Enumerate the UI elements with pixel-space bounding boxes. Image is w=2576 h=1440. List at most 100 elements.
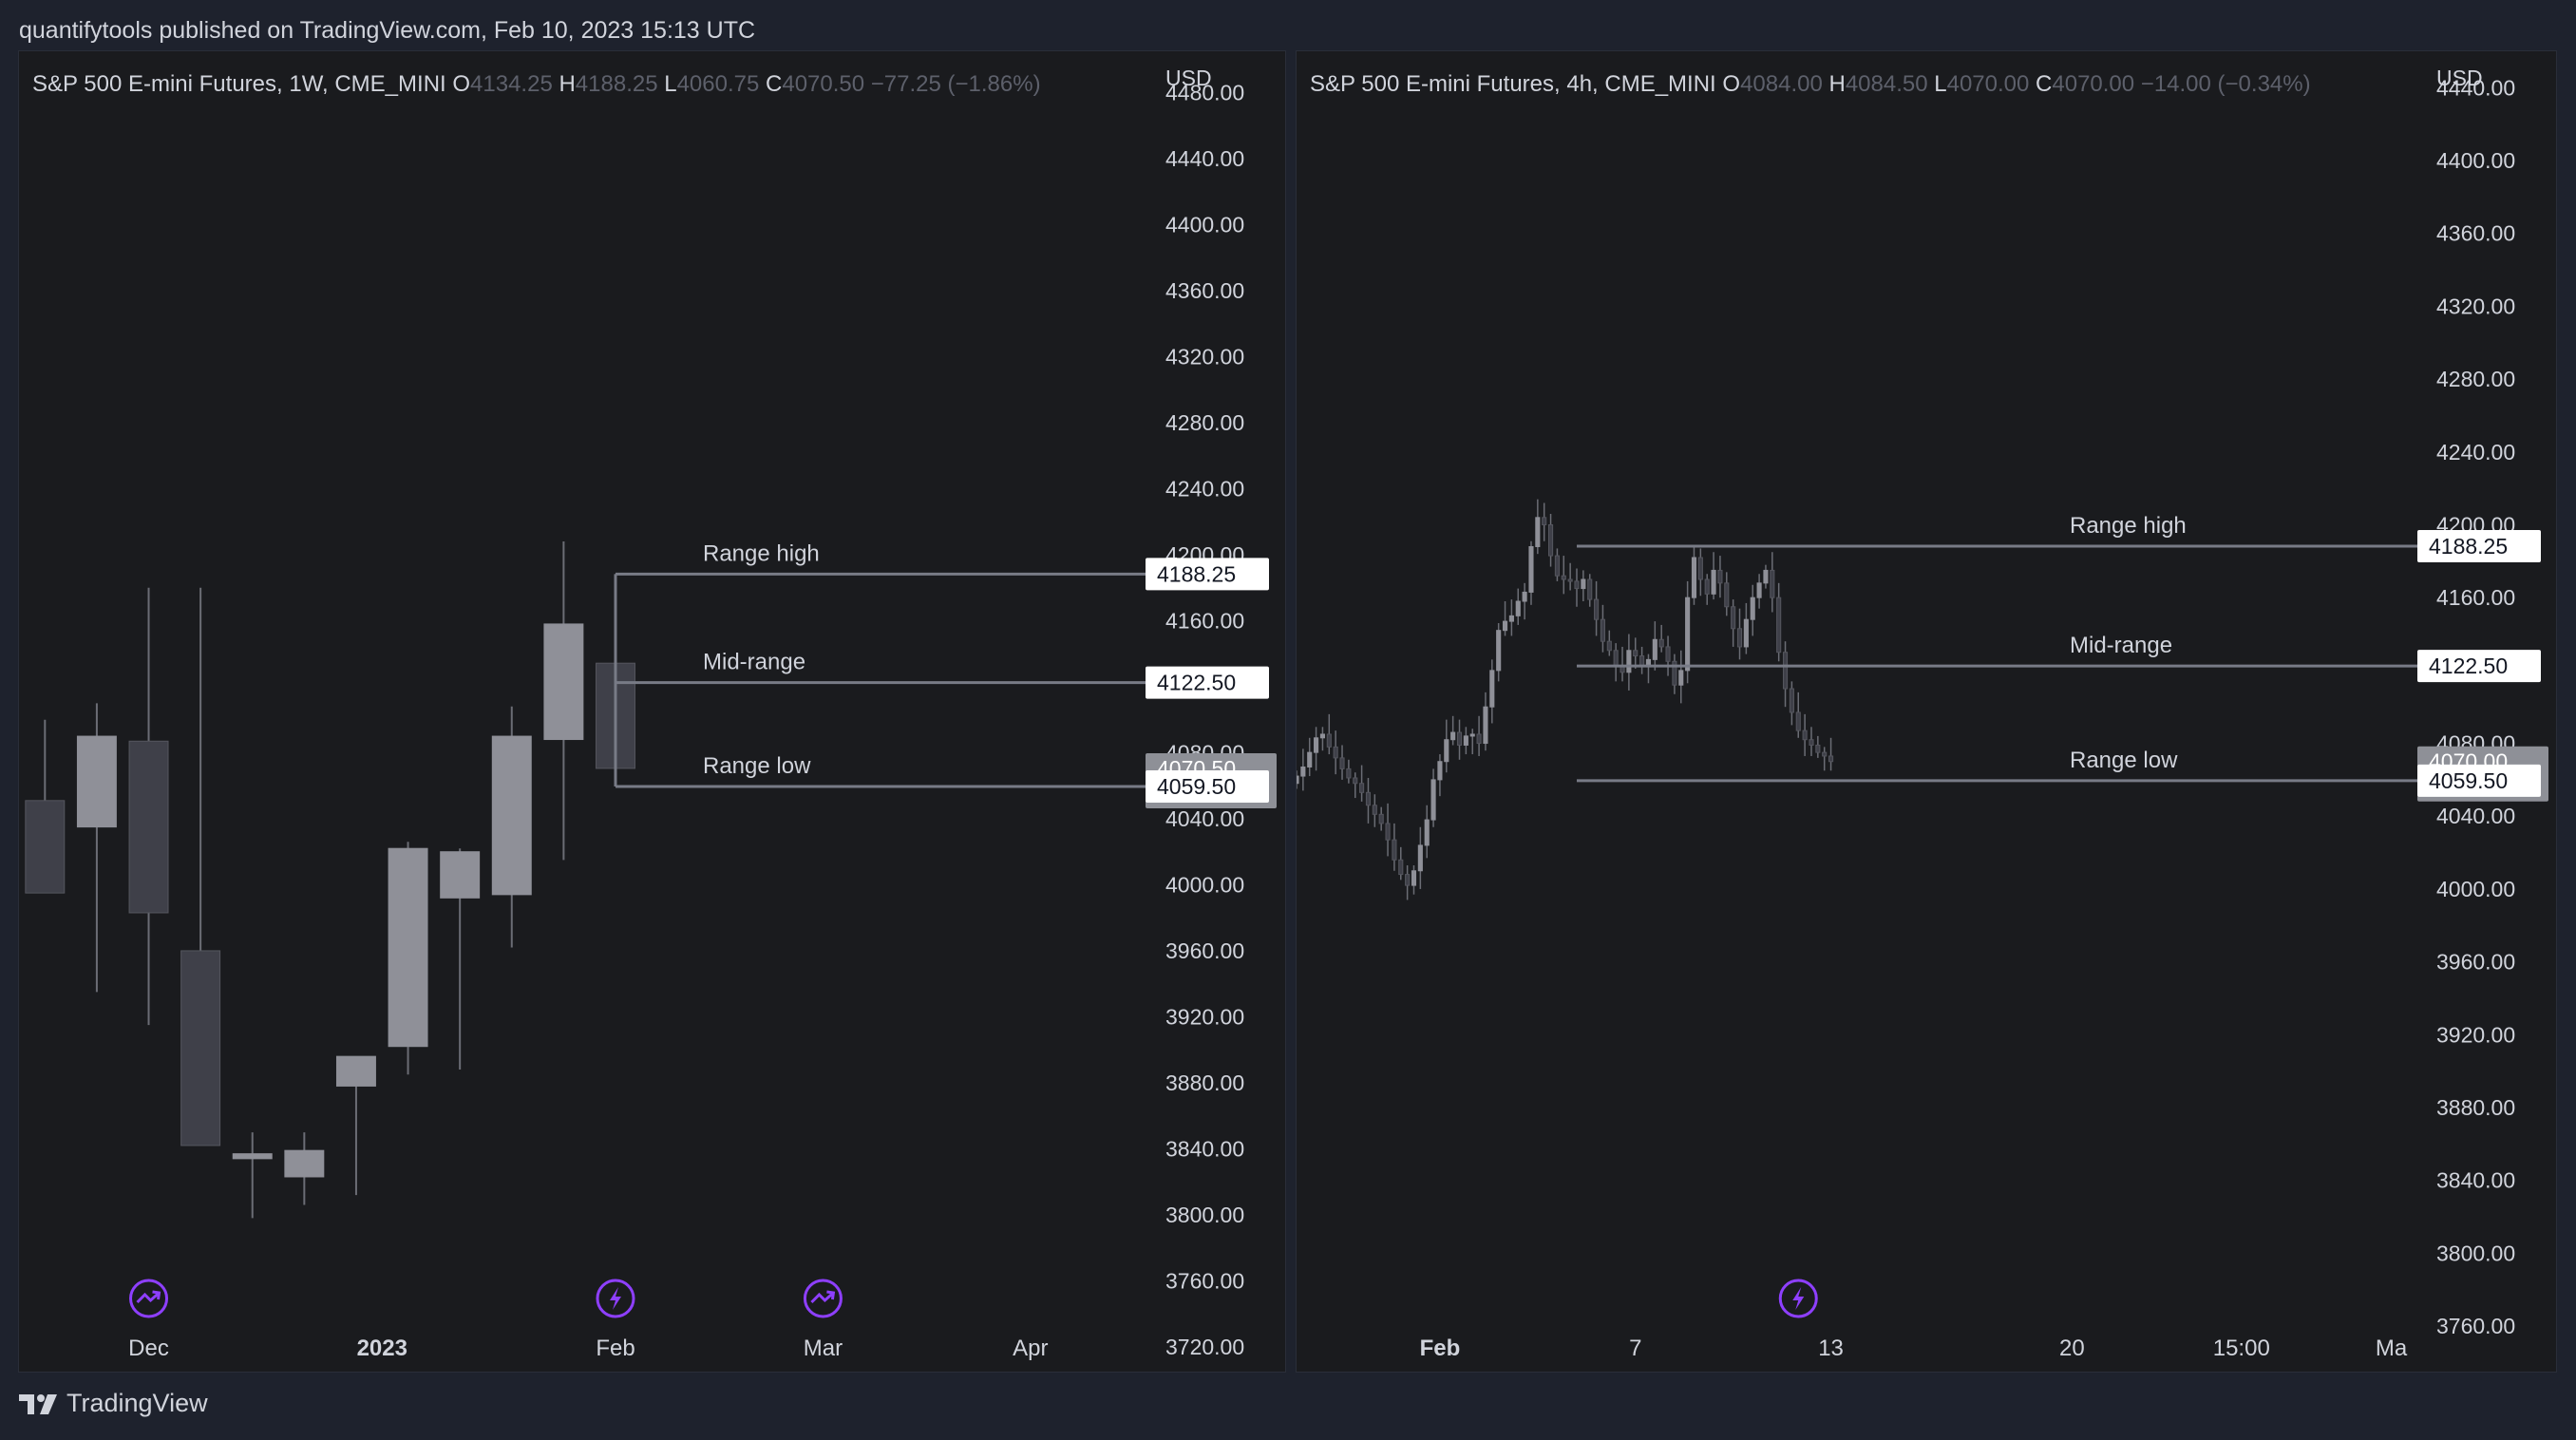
- candle-body[interactable]: [1776, 597, 1782, 654]
- 4h-candlestick-chart[interactable]: S&P 500 E-mini Futures, 4h, CME_MINI O40…: [1294, 51, 2556, 1372]
- candle-body[interactable]: [1294, 775, 1299, 785]
- candle-body[interactable]: [1528, 545, 1534, 593]
- candle-body[interactable]: [1828, 755, 1834, 763]
- candle-body[interactable]: [1300, 766, 1306, 777]
- candle-body[interactable]: [1691, 557, 1697, 598]
- candle-body[interactable]: [1444, 739, 1449, 763]
- candle-body[interactable]: [1802, 729, 1808, 741]
- candle-body[interactable]: [1522, 591, 1527, 602]
- candle-body[interactable]: [1736, 628, 1743, 648]
- candle-body[interactable]: [491, 735, 532, 896]
- candle-body[interactable]: [440, 851, 481, 899]
- candle-body[interactable]: [1508, 615, 1514, 622]
- candle-body[interactable]: [335, 1055, 376, 1087]
- candle-body[interactable]: [180, 950, 221, 1146]
- candle-body[interactable]: [1411, 870, 1417, 886]
- candle-body[interactable]: [1378, 813, 1384, 824]
- candle-body[interactable]: [1542, 517, 1547, 525]
- dividends-icon[interactable]: [129, 1279, 169, 1318]
- candle-body[interactable]: [543, 623, 584, 741]
- candle-body[interactable]: [1385, 823, 1391, 841]
- candle-body[interactable]: [1326, 733, 1332, 748]
- candle-body[interactable]: [1496, 630, 1502, 672]
- candle-body[interactable]: [1430, 779, 1436, 821]
- candle-body[interactable]: [25, 800, 66, 894]
- candle-body[interactable]: [1789, 688, 1794, 713]
- candle-body[interactable]: [1398, 859, 1404, 876]
- candle-body[interactable]: [1405, 874, 1411, 886]
- candle-body[interactable]: [1633, 650, 1638, 657]
- candle-body[interactable]: [1574, 580, 1580, 590]
- candle-body[interactable]: [1822, 751, 1828, 757]
- candle-body[interactable]: [1724, 582, 1730, 608]
- candle-body[interactable]: [1489, 670, 1495, 708]
- candle-body[interactable]: [1314, 737, 1319, 753]
- candle-body[interactable]: [1770, 569, 1775, 598]
- candle-body[interactable]: [1711, 569, 1716, 595]
- candle-body[interactable]: [1372, 805, 1377, 815]
- candle-body[interactable]: [1704, 578, 1710, 595]
- candle-body[interactable]: [1750, 597, 1755, 620]
- candle-body[interactable]: [1697, 557, 1703, 580]
- candle-body[interactable]: [1502, 620, 1508, 632]
- candle-body[interactable]: [1795, 711, 1801, 731]
- candle-body[interactable]: [1483, 706, 1488, 745]
- earnings-icon[interactable]: [596, 1279, 635, 1318]
- candle-body[interactable]: [1450, 731, 1456, 741]
- candle-body[interactable]: [1658, 638, 1664, 648]
- candle-body[interactable]: [1561, 575, 1566, 580]
- dividends-icon[interactable]: [803, 1279, 843, 1318]
- candle-body[interactable]: [1581, 578, 1586, 590]
- candle-body[interactable]: [1353, 777, 1358, 785]
- candle-body[interactable]: [1476, 733, 1482, 745]
- candle-body[interactable]: [1652, 638, 1657, 660]
- candle-body[interactable]: [1548, 523, 1554, 557]
- candle-body[interactable]: [1587, 578, 1593, 600]
- candle-body[interactable]: [1756, 582, 1762, 598]
- candle-body[interactable]: [1417, 844, 1423, 872]
- candle-body[interactable]: [1619, 666, 1625, 673]
- candle-body[interactable]: [1346, 767, 1352, 779]
- candle-body[interactable]: [1678, 670, 1684, 686]
- candle-body[interactable]: [1319, 733, 1325, 739]
- candle-body[interactable]: [1685, 597, 1691, 672]
- candle-body[interactable]: [1463, 735, 1468, 746]
- candle-body[interactable]: [1613, 650, 1619, 668]
- earnings-icon[interactable]: [1778, 1279, 1818, 1318]
- candle-body[interactable]: [1535, 517, 1541, 547]
- candle-body[interactable]: [284, 1149, 325, 1178]
- candle-body[interactable]: [1515, 600, 1521, 616]
- candle-body[interactable]: [76, 735, 117, 828]
- candle-body[interactable]: [1339, 757, 1345, 769]
- candle-body[interactable]: [1665, 646, 1671, 662]
- candle-body[interactable]: [1567, 578, 1573, 582]
- candle-body[interactable]: [1600, 618, 1606, 642]
- candle-body[interactable]: [1594, 598, 1600, 620]
- candle-body[interactable]: [1717, 569, 1723, 584]
- candle-body[interactable]: [1731, 606, 1736, 630]
- chart-panel-weekly[interactable]: S&P 500 E-mini Futures, 1W, CME_MINI O41…: [18, 50, 1286, 1373]
- candle-body[interactable]: [1743, 618, 1749, 648]
- candle-body[interactable]: [1782, 652, 1789, 690]
- candle-body[interactable]: [1359, 783, 1365, 793]
- chart-panel-4h[interactable]: S&P 500 E-mini Futures, 4h, CME_MINI O40…: [1294, 50, 2557, 1373]
- candle-body[interactable]: [1333, 746, 1338, 759]
- candle-body[interactable]: [1456, 731, 1463, 746]
- candle-body[interactable]: [1815, 744, 1821, 753]
- candle-body[interactable]: [1424, 819, 1430, 846]
- candle-body[interactable]: [1809, 739, 1814, 746]
- candle-body[interactable]: [388, 847, 428, 1048]
- candle-body[interactable]: [128, 740, 169, 914]
- candle-body[interactable]: [1626, 650, 1632, 673]
- candle-body[interactable]: [1763, 569, 1769, 584]
- candle-body[interactable]: [1392, 839, 1397, 861]
- weekly-candlestick-chart[interactable]: S&P 500 E-mini Futures, 1W, CME_MINI O41…: [19, 51, 1285, 1372]
- candle-body[interactable]: [1554, 555, 1560, 577]
- candle-body[interactable]: [1437, 761, 1443, 781]
- candle-body[interactable]: [232, 1153, 273, 1160]
- candle-body[interactable]: [1606, 640, 1612, 652]
- candle-body[interactable]: [1365, 791, 1372, 806]
- footer-brand[interactable]: TradingView: [19, 1389, 208, 1418]
- candle-body[interactable]: [1469, 733, 1475, 737]
- candle-body[interactable]: [1307, 751, 1313, 767]
